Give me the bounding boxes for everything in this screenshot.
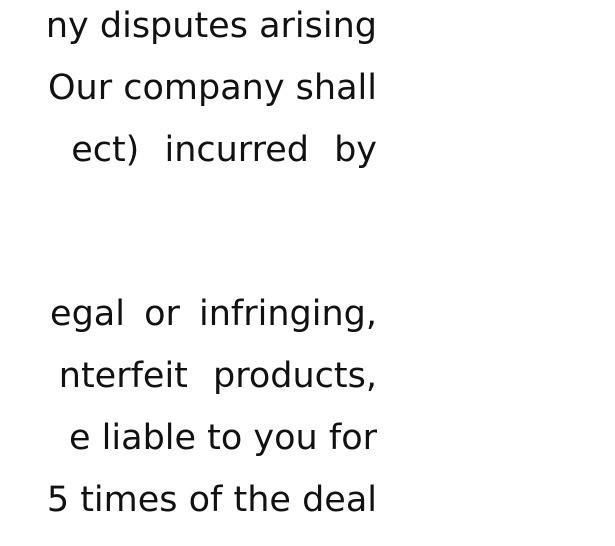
text-line: Our company shall [48, 68, 377, 108]
text-line: nterfeit products, [58, 356, 377, 396]
text-line: 5 times of the deal [46, 480, 377, 520]
text-line: e liable to you for [69, 418, 377, 458]
document-page: ny disputes arising Our company shall ec… [0, 0, 615, 546]
text-line: egal or infringing, [50, 294, 377, 334]
text-line: ny disputes arising [45, 6, 377, 46]
text-line: ect) incurred by [71, 130, 377, 170]
